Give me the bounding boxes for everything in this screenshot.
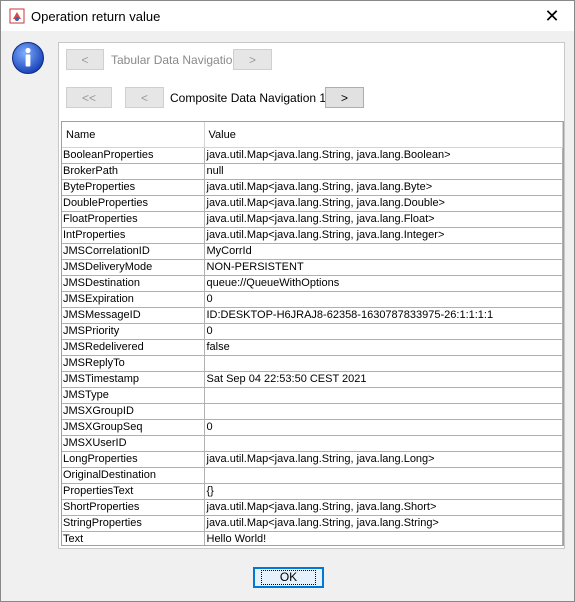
row-name-cell[interactable]: BrokerPath [62, 163, 205, 180]
row-value-cell[interactable] [204, 403, 563, 420]
table-row[interactable]: ByteProperties java.util.Map<java.lang.St… [62, 179, 563, 196]
row-name-cell[interactable]: JMSCorrelationID [62, 243, 205, 260]
row-value-cell[interactable]: java.util.Map<java.lang.String, java.lan… [204, 147, 563, 164]
window-title: Operation return value [31, 9, 161, 24]
composite-nav-label: Composite Data Navigation 1/3 [170, 91, 337, 105]
row-value-cell[interactable]: java.util.Map<java.lang.String, java.lan… [204, 515, 563, 532]
table-row[interactable]: OriginalDestination [62, 467, 563, 484]
table-row[interactable]: StringProperties java.util.Map<java.lang.… [62, 515, 563, 532]
app-icon [9, 8, 25, 24]
row-value-cell[interactable]: 0 [204, 323, 563, 340]
table-row[interactable]: LongProperties java.util.Map<java.lang.St… [62, 451, 563, 468]
ok-button[interactable]: OK [253, 567, 324, 588]
row-value-cell[interactable] [204, 387, 563, 404]
table-row[interactable]: JMSDeliveryMode NON-PERSISTENT [62, 259, 563, 276]
table-row[interactable]: IntProperties java.util.Map<java.lang.Str… [62, 227, 563, 244]
row-name-cell[interactable]: BooleanProperties [62, 147, 205, 164]
row-name-cell[interactable]: JMSType [62, 387, 205, 404]
column-header-name[interactable]: Name [62, 122, 205, 148]
table-row[interactable]: JMSExpiration 0 [62, 291, 563, 308]
dialog-window: Operation return value ✕ < Tabular Data … [0, 0, 575, 602]
table-row[interactable]: ShortProperties java.util.Map<java.lang.S… [62, 499, 563, 516]
row-name-cell[interactable]: JMSExpiration [62, 291, 205, 308]
row-name-cell[interactable]: IntProperties [62, 227, 205, 244]
row-value-cell[interactable]: java.util.Map<java.lang.String, java.lan… [204, 227, 563, 244]
table-row[interactable]: DoubleProperties java.util.Map<java.lang.… [62, 195, 563, 212]
table-row[interactable]: BrokerPath null [62, 163, 563, 180]
table-row[interactable]: FloatProperties java.util.Map<java.lang.S… [62, 211, 563, 228]
row-name-cell[interactable]: JMSXUserID [62, 435, 205, 452]
table-row[interactable]: JMSDestination queue://QueueWithOptions [62, 275, 563, 292]
table-row[interactable]: JMSCorrelationID MyCorrId [62, 243, 563, 260]
tabular-nav-label: Tabular Data Navigation [111, 53, 240, 67]
row-value-cell[interactable]: ID:DESKTOP-H6JRAJ8-62358-1630787833975-2… [204, 307, 563, 324]
row-name-cell[interactable]: JMSPriority [62, 323, 205, 340]
data-table: Name Value BooleanProperties java.util.Ma… [61, 121, 564, 546]
row-value-cell[interactable]: 0 [204, 291, 563, 308]
row-value-cell[interactable] [204, 467, 563, 484]
table-row[interactable]: JMSXGroupSeq 0 [62, 419, 563, 436]
row-value-cell[interactable]: Sat Sep 04 22:53:50 CEST 2021 [204, 371, 563, 388]
row-name-cell[interactable]: Text [62, 531, 205, 545]
table-row[interactable]: JMSXGroupID [62, 403, 563, 420]
row-name-cell[interactable]: JMSMessageID [62, 307, 205, 324]
composite-prev-button[interactable]: < [125, 87, 164, 108]
table-row[interactable]: PropertiesText{} [62, 483, 563, 500]
close-button[interactable]: ✕ [530, 1, 574, 31]
column-header-value[interactable]: Value [204, 122, 563, 148]
row-value-cell[interactable]: NON-PERSISTENT [204, 259, 563, 276]
table-row[interactable]: JMSPriority 0 [62, 323, 563, 340]
row-name-cell[interactable]: StringProperties [62, 515, 205, 532]
composite-next-button[interactable]: > [325, 87, 364, 108]
table-row[interactable]: JMSReplyTo [62, 355, 563, 372]
row-name-cell[interactable]: ByteProperties [62, 179, 205, 196]
tabular-next-button[interactable]: > [233, 49, 272, 70]
row-name-cell[interactable]: JMSDestination [62, 275, 205, 292]
info-icon [11, 41, 45, 75]
row-value-cell[interactable]: Hello World! [204, 531, 563, 545]
row-value-cell[interactable]: MyCorrId [204, 243, 563, 260]
row-value-cell[interactable] [204, 435, 563, 452]
table-row[interactable]: Text Hello World! [62, 531, 563, 545]
row-name-cell[interactable]: JMSTimestamp [62, 371, 205, 388]
row-name-cell[interactable]: PropertiesText [62, 483, 205, 500]
table-header-row: Name Value [62, 122, 563, 148]
row-value-cell[interactable]: queue://QueueWithOptions [204, 275, 563, 292]
row-name-cell[interactable]: LongProperties [62, 451, 205, 468]
row-name-cell[interactable]: JMSDeliveryMode [62, 259, 205, 276]
table-row[interactable]: JMSMessageID ID:DESKTOP-H6JRAJ8-62358-163… [62, 307, 563, 324]
row-value-cell[interactable]: 0 [204, 419, 563, 436]
table-row[interactable]: JMSType [62, 387, 563, 404]
row-value-cell[interactable]: java.util.Map<java.lang.String, java.lan… [204, 451, 563, 468]
table-row[interactable]: JMSRedelivered false [62, 339, 563, 356]
tabular-prev-button[interactable]: < [66, 49, 104, 70]
row-name-cell[interactable]: FloatProperties [62, 211, 205, 228]
row-value-cell[interactable]: false [204, 339, 563, 356]
row-name-cell[interactable]: OriginalDestination [62, 467, 205, 484]
composite-first-button[interactable]: << [66, 87, 112, 108]
content-panel: < Tabular Data Navigation > << < Composi… [58, 42, 565, 549]
row-name-cell[interactable]: JMSXGroupID [62, 403, 205, 420]
table-row[interactable]: JMSXUserID [62, 435, 563, 452]
row-value-cell[interactable]: {} [204, 483, 563, 500]
row-value-cell[interactable]: java.util.Map<java.lang.String, java.lan… [204, 211, 563, 228]
row-name-cell[interactable]: JMSReplyTo [62, 355, 205, 372]
row-value-cell[interactable]: java.util.Map<java.lang.String, java.lan… [204, 195, 563, 212]
row-value-cell[interactable]: java.util.Map<java.lang.String, java.lan… [204, 179, 563, 196]
close-icon: ✕ [544, 5, 560, 26]
ok-label: OK [260, 570, 317, 585]
row-value-cell[interactable]: java.util.Map<java.lang.String, java.lan… [204, 499, 563, 516]
row-value-cell[interactable]: null [204, 163, 563, 180]
row-name-cell[interactable]: DoubleProperties [62, 195, 205, 212]
row-name-cell[interactable]: JMSRedelivered [62, 339, 205, 356]
row-name-cell[interactable]: ShortProperties [62, 499, 205, 516]
row-name-cell[interactable]: JMSXGroupSeq [62, 419, 205, 436]
title-bar[interactable]: Operation return value ✕ [1, 1, 574, 31]
table-row[interactable]: BooleanProperties java.util.Map<java.lang… [62, 147, 563, 164]
row-value-cell[interactable] [204, 355, 563, 372]
table-row[interactable]: JMSTimestamp Sat Sep 04 22:53:50 CEST 202… [62, 371, 563, 388]
